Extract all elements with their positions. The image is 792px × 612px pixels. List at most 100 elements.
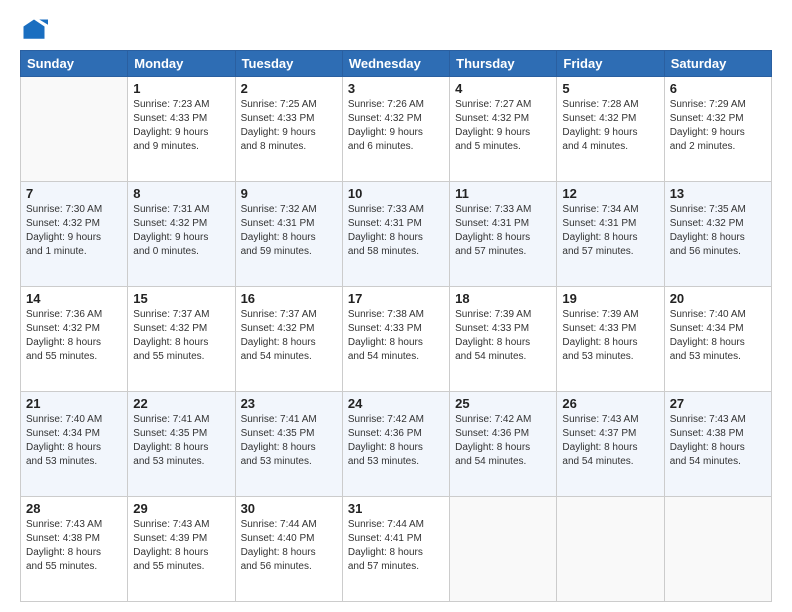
day-number: 14 (26, 291, 122, 306)
calendar-week-row: 28Sunrise: 7:43 AM Sunset: 4:38 PM Dayli… (21, 497, 772, 602)
calendar-cell: 17Sunrise: 7:38 AM Sunset: 4:33 PM Dayli… (342, 287, 449, 392)
day-details: Sunrise: 7:28 AM Sunset: 4:32 PM Dayligh… (562, 98, 658, 154)
day-details: Sunrise: 7:23 AM Sunset: 4:33 PM Dayligh… (133, 98, 229, 154)
day-number: 9 (241, 186, 337, 201)
weekday-header-saturday: Saturday (664, 51, 771, 77)
page: SundayMondayTuesdayWednesdayThursdayFrid… (0, 0, 792, 612)
day-details: Sunrise: 7:42 AM Sunset: 4:36 PM Dayligh… (348, 413, 444, 469)
day-number: 18 (455, 291, 551, 306)
calendar-cell: 27Sunrise: 7:43 AM Sunset: 4:38 PM Dayli… (664, 392, 771, 497)
calendar-cell: 10Sunrise: 7:33 AM Sunset: 4:31 PM Dayli… (342, 182, 449, 287)
day-number: 20 (670, 291, 766, 306)
calendar-cell: 25 Sunrise: 7:42 AM Sunset: 4:36 PM Dayli… (450, 392, 557, 497)
calendar-week-row: 1Sunrise: 7:23 AM Sunset: 4:33 PM Daylig… (21, 77, 772, 182)
calendar-cell: 1Sunrise: 7:23 AM Sunset: 4:33 PM Daylig… (128, 77, 235, 182)
day-details: Sunrise: 7:36 AM Sunset: 4:32 PM Dayligh… (26, 308, 122, 364)
weekday-header-row: SundayMondayTuesdayWednesdayThursdayFrid… (21, 51, 772, 77)
day-number: 28 (26, 501, 122, 516)
weekday-header-friday: Friday (557, 51, 664, 77)
day-details: Sunrise: 7:26 AM Sunset: 4:32 PM Dayligh… (348, 98, 444, 154)
calendar-cell: 8 Sunrise: 7:31 AM Sunset: 4:32 PM Daylig… (128, 182, 235, 287)
calendar-table: SundayMondayTuesdayWednesdayThursdayFrid… (20, 50, 772, 602)
logo (20, 16, 52, 44)
day-number: 11 (455, 186, 551, 201)
day-details: Sunrise: 7:29 AM Sunset: 4:32 PM Dayligh… (670, 98, 766, 154)
day-details: Sunrise: 7:44 AM Sunset: 4:40 PM Dayligh… (241, 518, 337, 574)
day-details: Sunrise: 7:37 AM Sunset: 4:32 PM Dayligh… (241, 308, 337, 364)
day-details: Sunrise: 7:40 AM Sunset: 4:34 PM Dayligh… (26, 413, 122, 469)
calendar-cell: 30 Sunrise: 7:44 AM Sunset: 4:40 PM Dayli… (235, 497, 342, 602)
day-details: Sunrise: 7:41 AM Sunset: 4:35 PM Dayligh… (241, 413, 337, 469)
calendar-week-row: 7 Sunrise: 7:30 AM Sunset: 4:32 PM Daylig… (21, 182, 772, 287)
calendar-cell: 20 Sunrise: 7:40 AM Sunset: 4:34 PM Dayli… (664, 287, 771, 392)
day-number: 7 (26, 186, 122, 201)
day-number: 5 (562, 81, 658, 96)
weekday-header-monday: Monday (128, 51, 235, 77)
calendar-cell: 3 Sunrise: 7:26 AM Sunset: 4:32 PM Daylig… (342, 77, 449, 182)
day-details: Sunrise: 7:38 AM Sunset: 4:33 PM Dayligh… (348, 308, 444, 364)
calendar-cell: 6 Sunrise: 7:29 AM Sunset: 4:32 PM Daylig… (664, 77, 771, 182)
day-details: Sunrise: 7:33 AM Sunset: 4:31 PM Dayligh… (455, 203, 551, 259)
weekday-header-tuesday: Tuesday (235, 51, 342, 77)
day-details: Sunrise: 7:43 AM Sunset: 4:39 PM Dayligh… (133, 518, 229, 574)
calendar-cell: 28Sunrise: 7:43 AM Sunset: 4:38 PM Dayli… (21, 497, 128, 602)
calendar-cell: 24 Sunrise: 7:42 AM Sunset: 4:36 PM Dayli… (342, 392, 449, 497)
day-number: 3 (348, 81, 444, 96)
day-details: Sunrise: 7:41 AM Sunset: 4:35 PM Dayligh… (133, 413, 229, 469)
day-details: Sunrise: 7:42 AM Sunset: 4:36 PM Dayligh… (455, 413, 551, 469)
day-details: Sunrise: 7:27 AM Sunset: 4:32 PM Dayligh… (455, 98, 551, 154)
calendar-cell (557, 497, 664, 602)
day-details: Sunrise: 7:44 AM Sunset: 4:41 PM Dayligh… (348, 518, 444, 574)
calendar-cell: 23 Sunrise: 7:41 AM Sunset: 4:35 PM Dayli… (235, 392, 342, 497)
calendar-week-row: 21 Sunrise: 7:40 AM Sunset: 4:34 PM Dayli… (21, 392, 772, 497)
day-number: 21 (26, 396, 122, 411)
calendar-cell: 31Sunrise: 7:44 AM Sunset: 4:41 PM Dayli… (342, 497, 449, 602)
day-details: Sunrise: 7:40 AM Sunset: 4:34 PM Dayligh… (670, 308, 766, 364)
day-details: Sunrise: 7:32 AM Sunset: 4:31 PM Dayligh… (241, 203, 337, 259)
logo-icon (20, 16, 48, 44)
day-number: 10 (348, 186, 444, 201)
day-number: 26 (562, 396, 658, 411)
day-details: Sunrise: 7:39 AM Sunset: 4:33 PM Dayligh… (455, 308, 551, 364)
calendar-cell (664, 497, 771, 602)
weekday-header-wednesday: Wednesday (342, 51, 449, 77)
weekday-header-sunday: Sunday (21, 51, 128, 77)
calendar-cell: 7 Sunrise: 7:30 AM Sunset: 4:32 PM Daylig… (21, 182, 128, 287)
day-number: 23 (241, 396, 337, 411)
calendar-cell: 22 Sunrise: 7:41 AM Sunset: 4:35 PM Dayli… (128, 392, 235, 497)
calendar-cell: 16 Sunrise: 7:37 AM Sunset: 4:32 PM Dayli… (235, 287, 342, 392)
day-number: 13 (670, 186, 766, 201)
day-details: Sunrise: 7:25 AM Sunset: 4:33 PM Dayligh… (241, 98, 337, 154)
calendar-cell: 4 Sunrise: 7:27 AM Sunset: 4:32 PM Daylig… (450, 77, 557, 182)
day-number: 22 (133, 396, 229, 411)
day-details: Sunrise: 7:35 AM Sunset: 4:32 PM Dayligh… (670, 203, 766, 259)
header (20, 16, 772, 44)
day-number: 6 (670, 81, 766, 96)
day-number: 8 (133, 186, 229, 201)
calendar-cell: 19Sunrise: 7:39 AM Sunset: 4:33 PM Dayli… (557, 287, 664, 392)
calendar-cell: 14 Sunrise: 7:36 AM Sunset: 4:32 PM Dayli… (21, 287, 128, 392)
day-number: 25 (455, 396, 551, 411)
day-number: 4 (455, 81, 551, 96)
day-number: 12 (562, 186, 658, 201)
day-number: 29 (133, 501, 229, 516)
day-number: 16 (241, 291, 337, 306)
day-details: Sunrise: 7:43 AM Sunset: 4:37 PM Dayligh… (562, 413, 658, 469)
day-number: 30 (241, 501, 337, 516)
calendar-cell: 29 Sunrise: 7:43 AM Sunset: 4:39 PM Dayli… (128, 497, 235, 602)
day-details: Sunrise: 7:39 AM Sunset: 4:33 PM Dayligh… (562, 308, 658, 364)
day-details: Sunrise: 7:31 AM Sunset: 4:32 PM Dayligh… (133, 203, 229, 259)
calendar-cell (450, 497, 557, 602)
day-number: 27 (670, 396, 766, 411)
calendar-cell: 9 Sunrise: 7:32 AM Sunset: 4:31 PM Daylig… (235, 182, 342, 287)
weekday-header-thursday: Thursday (450, 51, 557, 77)
calendar-cell: 12Sunrise: 7:34 AM Sunset: 4:31 PM Dayli… (557, 182, 664, 287)
calendar-week-row: 14 Sunrise: 7:36 AM Sunset: 4:32 PM Dayli… (21, 287, 772, 392)
calendar-cell: 2Sunrise: 7:25 AM Sunset: 4:33 PM Daylig… (235, 77, 342, 182)
calendar-cell: 18 Sunrise: 7:39 AM Sunset: 4:33 PM Dayli… (450, 287, 557, 392)
calendar-cell: 26 Sunrise: 7:43 AM Sunset: 4:37 PM Dayli… (557, 392, 664, 497)
day-details: Sunrise: 7:30 AM Sunset: 4:32 PM Dayligh… (26, 203, 122, 259)
calendar-cell: 15Sunrise: 7:37 AM Sunset: 4:32 PM Dayli… (128, 287, 235, 392)
calendar-cell: 11 Sunrise: 7:33 AM Sunset: 4:31 PM Dayli… (450, 182, 557, 287)
day-number: 24 (348, 396, 444, 411)
